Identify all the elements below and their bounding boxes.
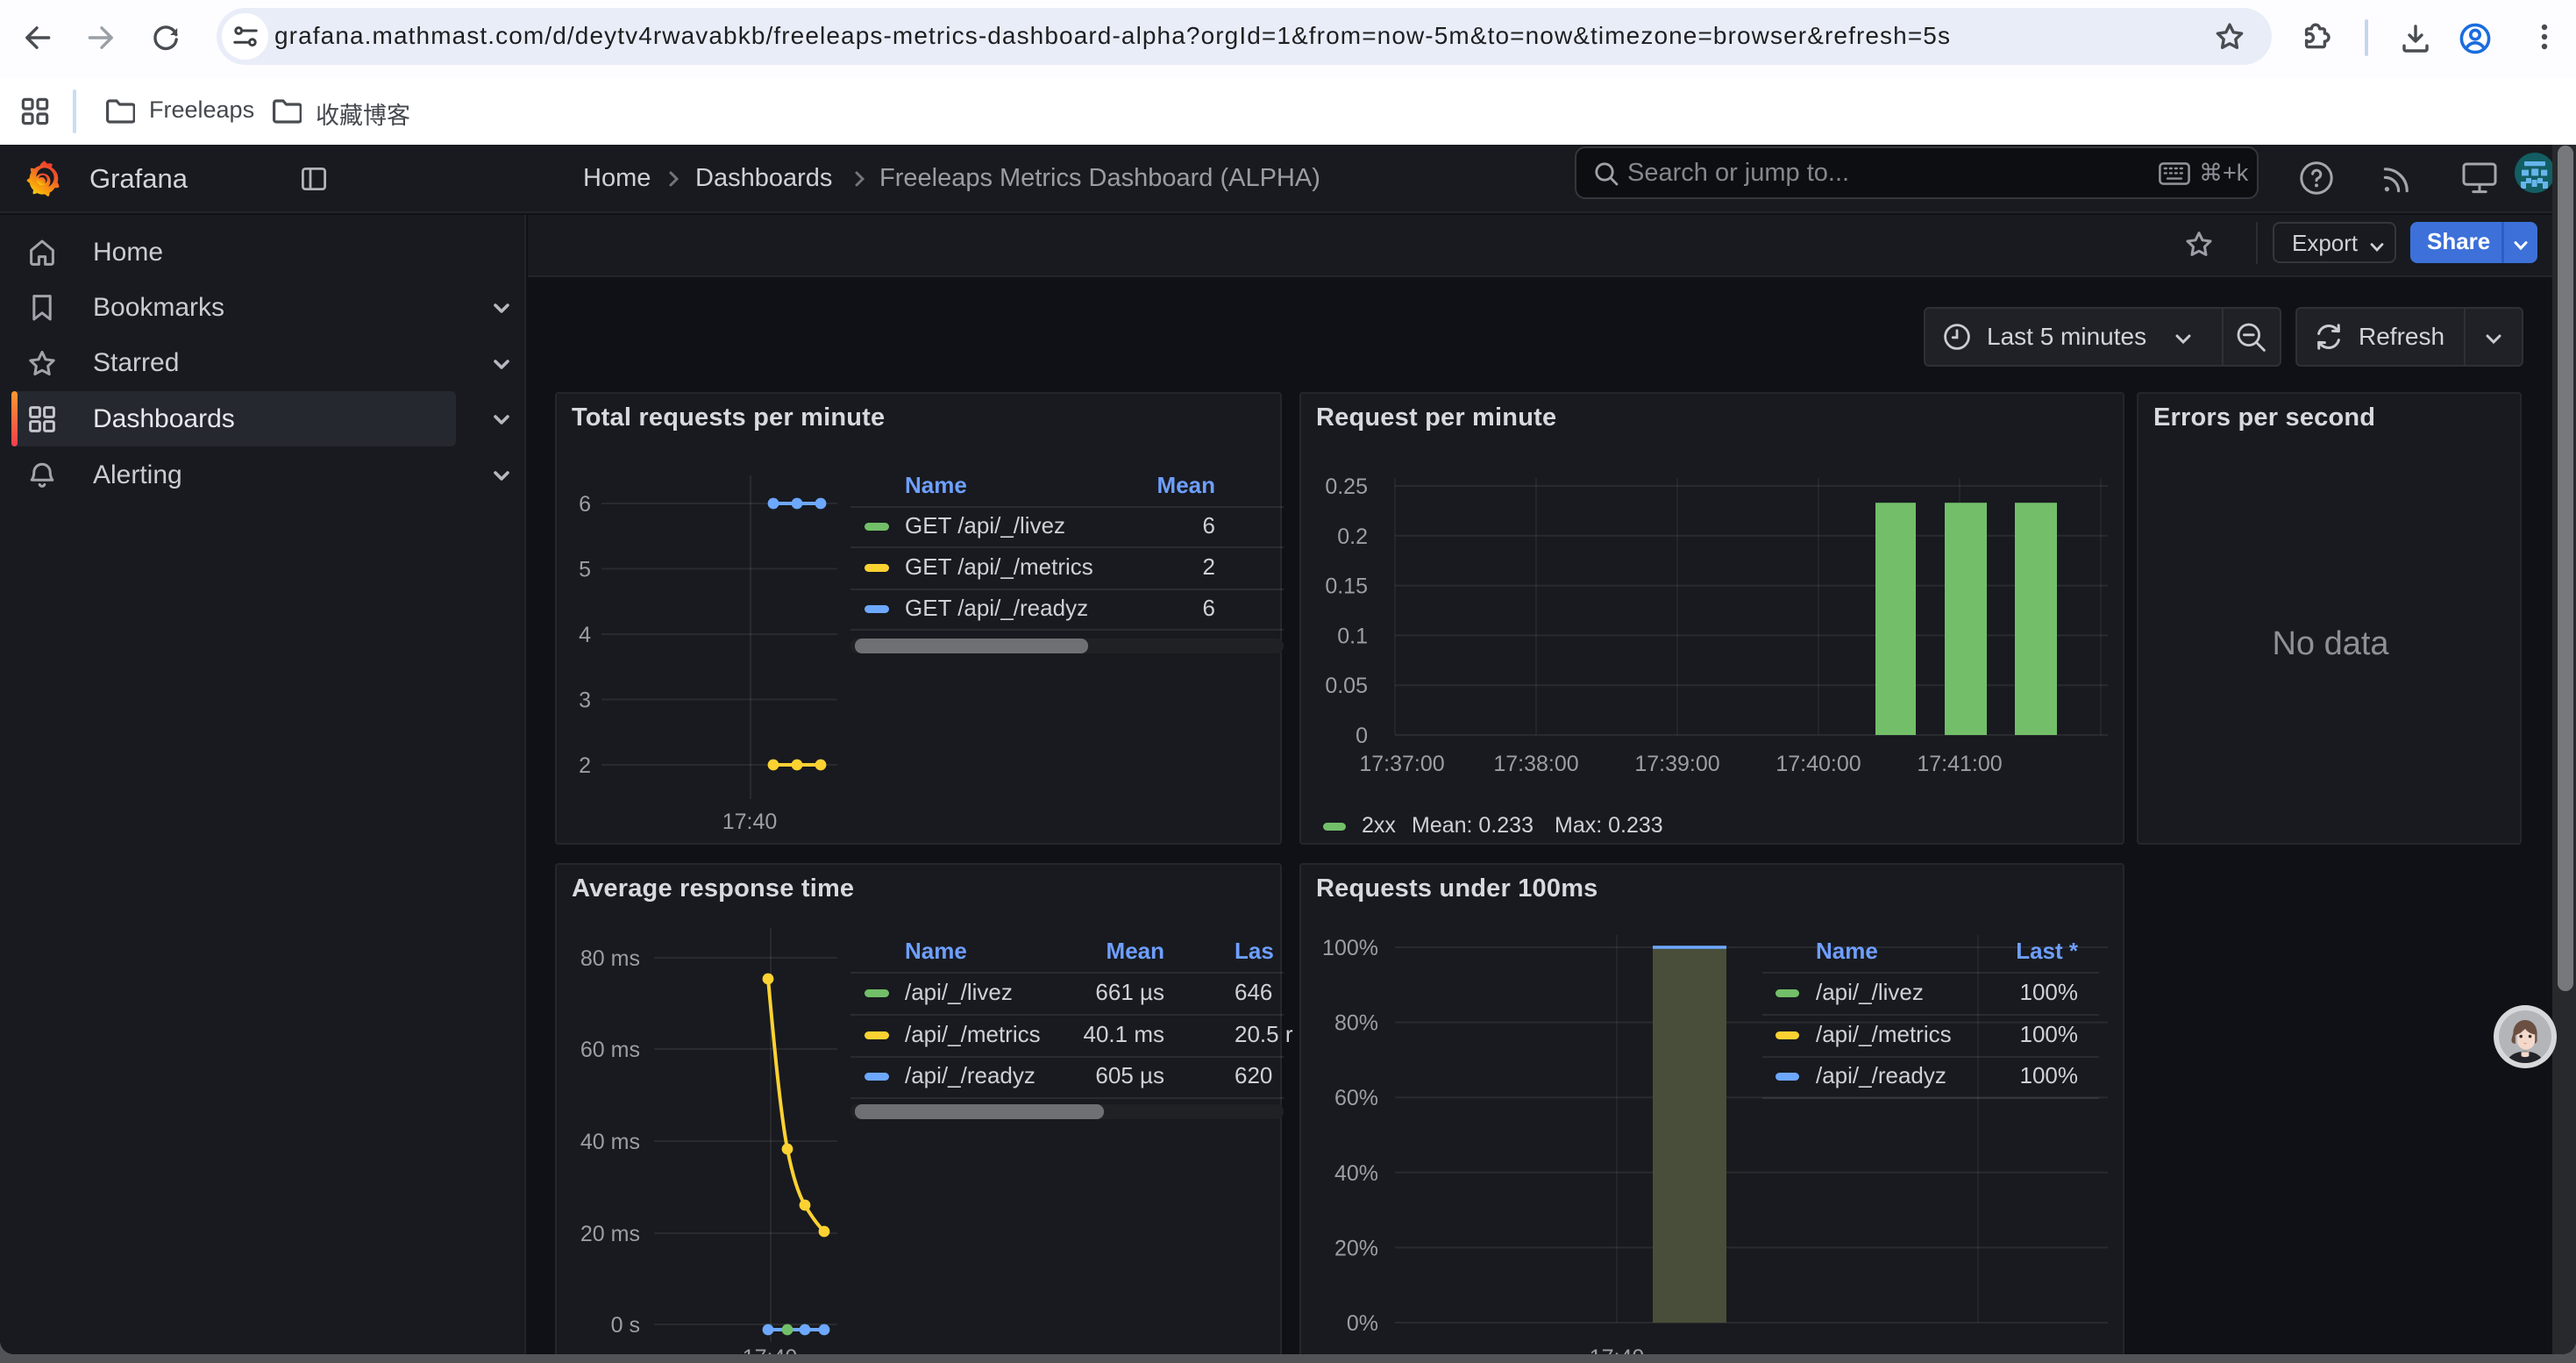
svg-text:0.05: 0.05 [1325,674,1368,698]
svg-text:40 ms: 40 ms [580,1130,640,1154]
svg-text:2: 2 [579,753,591,778]
svg-text:0.15: 0.15 [1325,574,1368,599]
svg-text:17:40: 17:40 [722,810,778,834]
svg-text:17:40: 17:40 [1590,1345,1645,1354]
svg-text:3: 3 [579,689,591,713]
svg-text:60%: 60% [1334,1086,1378,1110]
svg-text:17:40:00: 17:40:00 [1775,752,1861,776]
svg-text:0.25: 0.25 [1325,475,1368,499]
svg-text:17:39:00: 17:39:00 [1634,752,1719,776]
svg-text:0%: 0% [1347,1311,1378,1336]
svg-text:0 s: 0 s [611,1313,640,1338]
svg-text:17:40: 17:40 [743,1345,798,1354]
svg-text:4: 4 [579,623,591,647]
svg-text:20%: 20% [1334,1236,1378,1260]
svg-text:0: 0 [1356,724,1368,748]
svg-text:80%: 80% [1334,1011,1378,1036]
svg-text:20 ms: 20 ms [580,1222,640,1246]
svg-text:6: 6 [579,492,591,517]
svg-text:60 ms: 60 ms [580,1038,640,1062]
svg-text:0.2: 0.2 [1337,525,1368,549]
svg-text:0.1: 0.1 [1337,624,1368,648]
svg-text:5: 5 [579,558,591,582]
svg-text:100%: 100% [1322,936,1378,960]
svg-text:17:37:00: 17:37:00 [1359,752,1444,776]
svg-text:40%: 40% [1334,1161,1378,1186]
svg-text:17:38:00: 17:38:00 [1493,752,1578,776]
svg-text:17:41:00: 17:41:00 [1917,752,2002,776]
svg-text:80 ms: 80 ms [580,946,640,971]
